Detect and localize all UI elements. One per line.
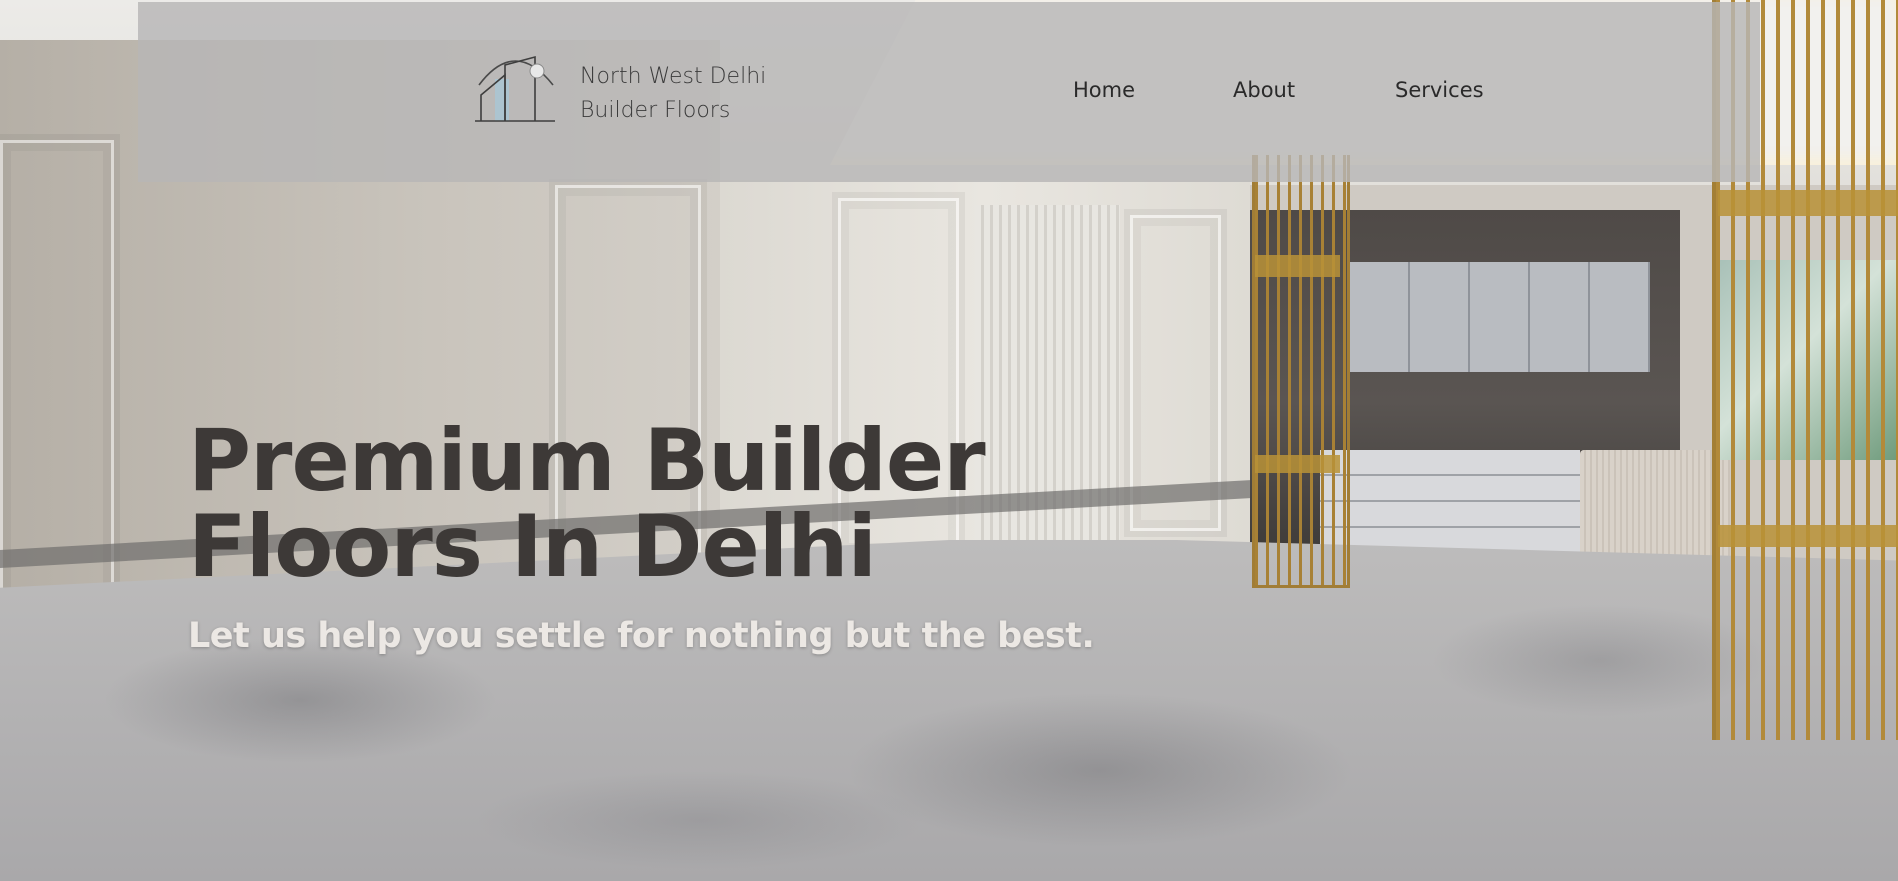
hero-headline: Premium Builder Floors In Delhi (188, 418, 1048, 590)
hero-tagline: Let us help you settle for nothing but t… (188, 616, 1095, 656)
site-header: North West Delhi Builder Floors Home Abo… (138, 2, 1760, 182)
brass-pattern (1255, 255, 1340, 277)
nav-link-home[interactable]: Home (1073, 78, 1135, 112)
nav-link-services[interactable]: Services (1395, 78, 1484, 112)
brass-partition-screen (1252, 155, 1350, 588)
nav-link-about[interactable]: About (1233, 78, 1295, 112)
wall-panel (0, 140, 114, 646)
hero-headline-line-1: Premium Builder (188, 411, 986, 511)
brand-name-line-1: North West Delhi (580, 64, 767, 89)
brass-pattern (1255, 455, 1340, 473)
brass-pattern (1718, 525, 1898, 547)
site-brand[interactable]: North West Delhi Builder Floors (580, 60, 830, 128)
kitchen-upper-cabinets (1350, 262, 1650, 372)
kitchen-lower-cabinets (1320, 450, 1580, 560)
brass-pattern (1718, 190, 1898, 216)
brand-name-line-2: Builder Floors (580, 98, 731, 123)
house-outline-icon[interactable] (473, 47, 558, 132)
hero-headline-line-2: Floors In Delhi (188, 497, 877, 597)
